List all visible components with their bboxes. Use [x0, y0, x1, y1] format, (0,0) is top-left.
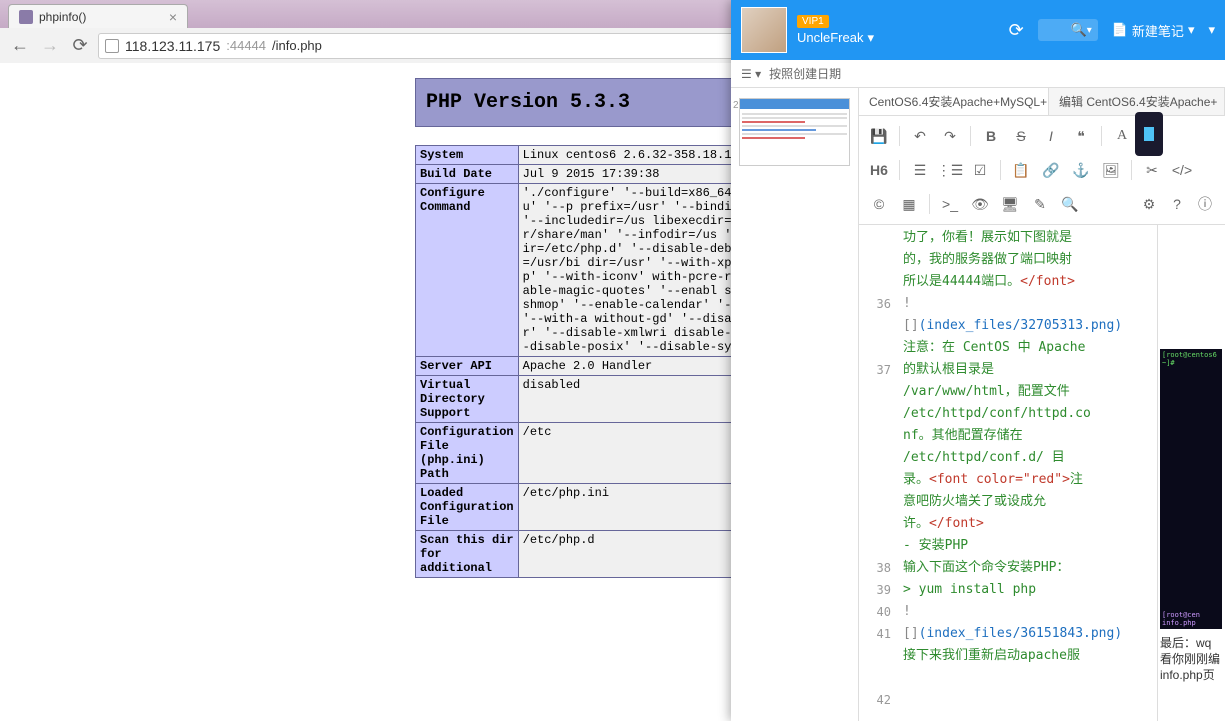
strikethrough-icon[interactable]: S	[1007, 122, 1035, 150]
tab-edit[interactable]: 编辑 CentOS6.4安装Apache+	[1049, 88, 1225, 115]
chevron-down-icon: ▾	[1188, 22, 1195, 38]
help-icon[interactable]: ?	[1163, 190, 1191, 218]
forward-button[interactable]: →	[38, 34, 62, 58]
sort-label[interactable]: 按照创建日期	[769, 65, 841, 82]
phpinfo-label: Configuration File (php.ini) Path	[416, 423, 519, 484]
note-icon: 📄	[1112, 22, 1128, 38]
new-note-button[interactable]: 📄新建笔记 ▾	[1112, 21, 1195, 40]
editor-content: 36 37 38 39 40 41 42 功了，你看！展示如下图就是 的，我的服…	[859, 225, 1225, 721]
note-thumbnail[interactable]	[739, 98, 850, 166]
chevron-down-icon: ▾	[867, 30, 874, 46]
heading-icon[interactable]: H6	[865, 156, 893, 184]
editor-text[interactable]: 功了，你看！展示如下图就是 的，我的服务器做了端口映射 所以是44444端口。<…	[899, 225, 1157, 721]
ol-icon[interactable]: ⋮☰	[936, 156, 964, 184]
image-icon[interactable]: 🖼	[1097, 156, 1125, 184]
phpinfo-label: Virtual Directory Support	[416, 376, 519, 423]
checklist-icon[interactable]: ☑	[966, 156, 994, 184]
search-tool-icon[interactable]: 🔍	[1056, 190, 1084, 218]
avatar[interactable]	[741, 7, 787, 53]
url-port: :44444	[226, 38, 266, 53]
terminal-icon[interactable]: >_	[936, 190, 964, 218]
note-subheader: ☰ ▾ 按照创建日期	[731, 60, 1225, 88]
phpinfo-label: Configure Command	[416, 184, 519, 357]
phpinfo-label: Server API	[416, 357, 519, 376]
undo-icon[interactable]: ↶	[906, 122, 934, 150]
preview-text-2: 看你刚刚编	[1160, 651, 1223, 667]
back-button[interactable]: ←	[8, 34, 32, 58]
preview-panel: [root@centos6~]# [root@ceninfo.php 最后：wq…	[1157, 225, 1225, 721]
phpinfo-label: System	[416, 146, 519, 165]
url-host: 118.123.11.175	[125, 38, 220, 54]
sync-icon[interactable]: ⟳	[1009, 20, 1024, 41]
quote-icon[interactable]: ❝	[1067, 122, 1095, 150]
bold-icon[interactable]: B	[977, 122, 1005, 150]
save-icon[interactable]: 💾	[865, 122, 893, 150]
font-icon[interactable]: A	[1108, 122, 1136, 150]
table-icon[interactable]: ▦	[895, 190, 923, 218]
note-tabs: CentOS6.4安装Apache+MySQL+... 编辑 CentOS6.4…	[859, 88, 1225, 116]
search-icon: 🔍	[1071, 22, 1087, 38]
copyright-icon[interactable]: ©	[865, 190, 893, 218]
search-box[interactable]: 🔍 ▾	[1038, 19, 1098, 41]
note-app-window: VIP1 UncleFreak ▾ ⟳ 🔍 ▾ 📄新建笔记 ▾ ▾ ☰ ▾ 按照…	[731, 0, 1225, 721]
gear-icon[interactable]: ⚙	[1135, 190, 1163, 218]
note-main: CentOS6.4安装Apache+MySQL+... 编辑 CentOS6.4…	[859, 88, 1225, 721]
monitor-icon[interactable]: 🖥	[996, 190, 1024, 218]
phpinfo-label: Loaded Configuration File	[416, 484, 519, 531]
redo-icon[interactable]: ↷	[936, 122, 964, 150]
menu-icon[interactable]: ☰ ▾	[741, 67, 761, 81]
chevron-down-icon: ▾	[1087, 25, 1092, 36]
page-icon	[105, 39, 119, 53]
line-numbers: 36 37 38 39 40 41 42	[859, 225, 899, 721]
preview-image: [root@centos6~]# [root@ceninfo.php	[1160, 349, 1222, 629]
more-dropdown[interactable]: ▾	[1208, 22, 1215, 38]
preview-text-1: 最后：wq	[1160, 635, 1223, 651]
link-icon[interactable]: 🔗	[1037, 156, 1065, 184]
info-icon[interactable]: ⓘ	[1191, 190, 1219, 218]
reload-button[interactable]: ⟳	[68, 34, 92, 58]
eye-icon[interactable]: 👁	[966, 190, 994, 218]
pen-icon[interactable]: ✎	[1026, 190, 1054, 218]
cut-icon[interactable]: ✂	[1138, 156, 1166, 184]
note-sidebar: 2.	[731, 88, 859, 721]
tab-close-icon[interactable]: ×	[169, 9, 177, 25]
user-info: VIP1 UncleFreak ▾	[797, 15, 874, 46]
anchor-icon[interactable]: ⚓	[1067, 156, 1095, 184]
tab-view[interactable]: CentOS6.4安装Apache+MySQL+...	[859, 88, 1049, 115]
phpinfo-label: Build Date	[416, 165, 519, 184]
phpinfo-label: Scan this dir for additional	[416, 531, 519, 578]
italic-icon[interactable]: I	[1037, 122, 1065, 150]
url-path: /info.php	[272, 38, 322, 53]
copy-icon[interactable]: 📋	[1007, 156, 1035, 184]
editor-toolbar: 💾 ↶ ↷ B S I ❝ A a H6 ☰ ⋮☰	[859, 116, 1225, 225]
preview-text-3: info.php页	[1160, 667, 1223, 683]
username-dropdown[interactable]: UncleFreak ▾	[797, 30, 874, 46]
tab-favicon	[19, 10, 33, 24]
ul-icon[interactable]: ☰	[906, 156, 934, 184]
vip-badge: VIP1	[797, 15, 829, 28]
note-header: VIP1 UncleFreak ▾ ⟳ 🔍 ▾ 📄新建笔记 ▾ ▾	[731, 0, 1225, 60]
code-icon[interactable]: </>	[1168, 156, 1196, 184]
browser-tab[interactable]: phpinfo() ×	[8, 4, 188, 28]
phone-device-icon[interactable]	[1135, 112, 1163, 156]
tab-title: phpinfo()	[39, 10, 86, 24]
